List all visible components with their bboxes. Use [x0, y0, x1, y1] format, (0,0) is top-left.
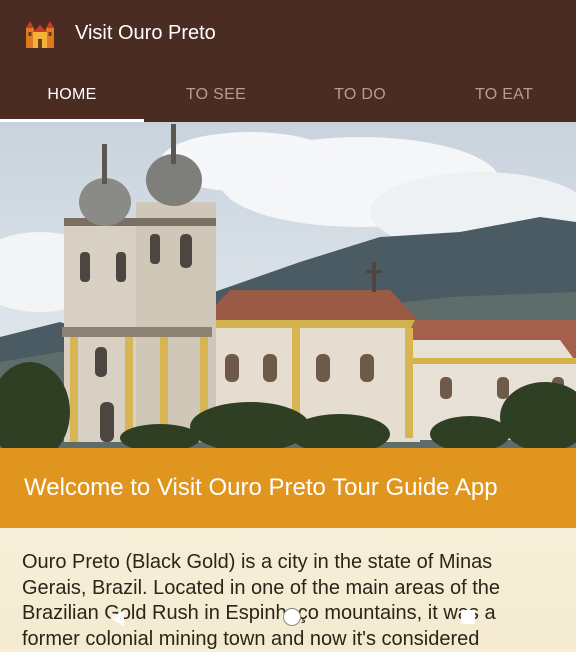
recent-apps-icon[interactable]	[461, 610, 475, 624]
tab-to-see[interactable]: TO SEE	[144, 68, 288, 122]
system-nav-bar	[0, 605, 576, 629]
banner-title: Welcome to Visit Ouro Preto Tour Guide A…	[24, 474, 498, 501]
welcome-banner: Welcome to Visit Ouro Preto Tour Guide A…	[0, 448, 576, 528]
app-bar: Visit Ouro Preto	[0, 0, 576, 68]
church-logo-icon	[26, 21, 54, 48]
back-icon[interactable]	[110, 610, 124, 626]
tab-home[interactable]: HOME	[0, 68, 144, 122]
tab-bar: HOME TO SEE TO DO TO EAT	[0, 68, 576, 122]
home-icon[interactable]	[283, 608, 301, 626]
tab-to-eat[interactable]: TO EAT	[432, 68, 576, 122]
content-area: Ouro Preto (Black Gold) is a city in the…	[0, 528, 576, 650]
app-title: Visit Ouro Preto	[75, 22, 216, 44]
tab-to-do[interactable]: TO DO	[288, 68, 432, 122]
hero-image	[0, 122, 576, 448]
church-photo	[0, 122, 576, 448]
city-description: Ouro Preto (Black Gold) is a city in the…	[22, 551, 501, 650]
